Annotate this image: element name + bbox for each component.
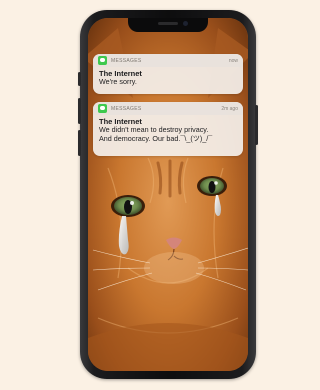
- volume-down-button: [78, 130, 81, 156]
- notification-app-name: MESSAGES: [111, 105, 142, 112]
- front-camera-icon: [183, 21, 188, 26]
- messages-app-icon: [98, 56, 107, 65]
- notification-time: 2m ago: [221, 105, 238, 112]
- notch: [128, 18, 208, 32]
- messages-app-icon: [98, 104, 107, 113]
- power-button: [255, 105, 258, 145]
- notification-body: The Internet We're sorry.: [93, 67, 243, 87]
- notification-card[interactable]: MESSAGES now The Internet We're sorry.: [93, 54, 243, 94]
- mute-switch: [78, 72, 81, 86]
- volume-up-button: [78, 98, 81, 124]
- iphone-frame: MESSAGES now The Internet We're sorry. M…: [78, 10, 258, 379]
- notification-time: now: [228, 57, 238, 64]
- notification-message-line: And democracy. Our bad.¯\_(ツ)_/¯: [99, 133, 213, 143]
- lock-screen: MESSAGES now The Internet We're sorry. M…: [88, 18, 248, 371]
- notification-header: MESSAGES now: [93, 54, 243, 67]
- notification-card[interactable]: MESSAGES 2m ago The Internet We didn't m…: [93, 102, 243, 156]
- notification-header: MESSAGES 2m ago: [93, 102, 243, 115]
- notification-body: The Internet We didn't mean to destroy p…: [93, 115, 243, 143]
- notification-message-line: We're sorry.: [99, 77, 137, 86]
- speaker-grille: [158, 22, 178, 25]
- notification-app-name: MESSAGES: [111, 57, 142, 64]
